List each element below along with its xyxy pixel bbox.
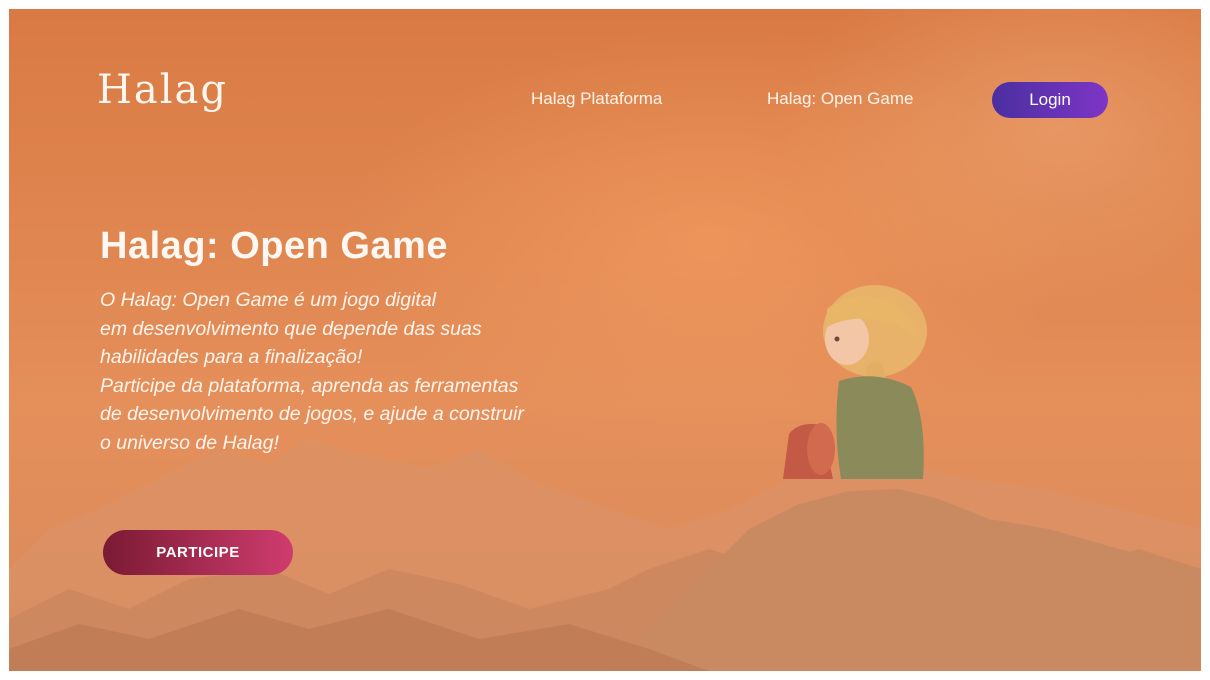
hero-banner: Halag Halag Plataforma Halag: Open Game … — [9, 9, 1201, 671]
hero-description-line: Participe da plataforma, aprenda as ferr… — [100, 374, 519, 397]
login-button[interactable]: Login — [992, 82, 1108, 118]
hero-description-line: habilidades para a finalização! — [100, 346, 363, 368]
nav-link-halag-plataforma[interactable]: Halag Plataforma — [531, 89, 662, 109]
hero-description-line: o universo de Halag! — [100, 431, 279, 454]
hero-description-line: em desenvolvimento que depende das suas — [100, 317, 482, 340]
hero-description: O Halag: Open Game é um jogo digital em … — [100, 286, 740, 457]
child-figure — [783, 285, 927, 479]
halag-logo[interactable]: Halag — [97, 67, 228, 113]
hero-content: Halag: Open Game O Halag: Open Game é um… — [100, 225, 740, 457]
hero-description-line: de desenvolvimento de jogos, e ajude a c… — [100, 403, 524, 425]
hero-description-line: O Halag: Open Game é um jogo digital — [100, 289, 437, 311]
navbar: Halag Halag Plataforma Halag: Open Game … — [9, 9, 1201, 189]
hero-title: Halag: Open Game — [100, 225, 448, 267]
nav-link-halag-open-game[interactable]: Halag: Open Game — [767, 89, 913, 109]
participe-button[interactable]: PARTICIPE — [103, 530, 293, 575]
